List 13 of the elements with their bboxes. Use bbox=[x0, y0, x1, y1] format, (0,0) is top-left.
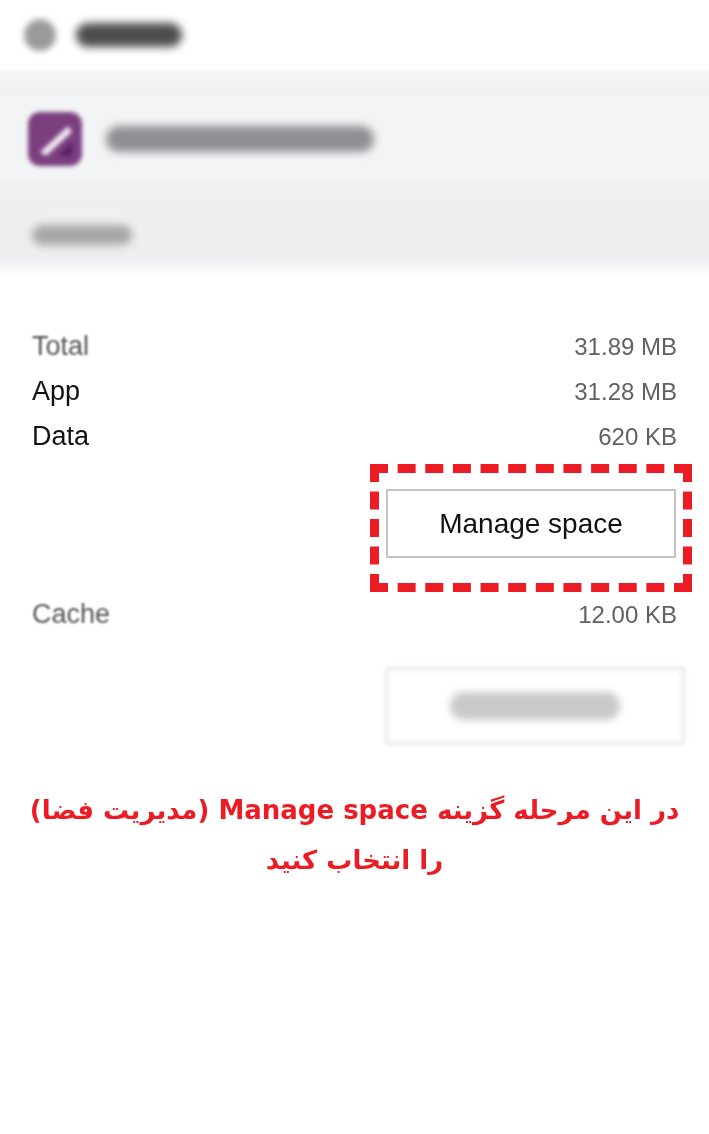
storage-label: Total bbox=[32, 331, 90, 362]
storage-value: 31.28 MB bbox=[574, 377, 677, 406]
storage-label: App bbox=[32, 376, 81, 407]
manage-space-button[interactable]: Manage space bbox=[386, 489, 676, 558]
storage-label: Data bbox=[32, 421, 90, 452]
storage-value: 620 KB bbox=[598, 422, 677, 451]
blurred-circle-icon bbox=[24, 19, 56, 51]
cache-value: 12.00 KB bbox=[578, 600, 677, 629]
blurred-button[interactable] bbox=[385, 667, 685, 745]
app-icon bbox=[28, 112, 82, 166]
instruction-text: در این مرحله گزینه Manage space (مدیریت فضا) را انتخاب کنید bbox=[29, 794, 680, 877]
storage-value: 31.89 MB bbox=[574, 332, 677, 361]
cache-label: Cache bbox=[32, 599, 111, 630]
